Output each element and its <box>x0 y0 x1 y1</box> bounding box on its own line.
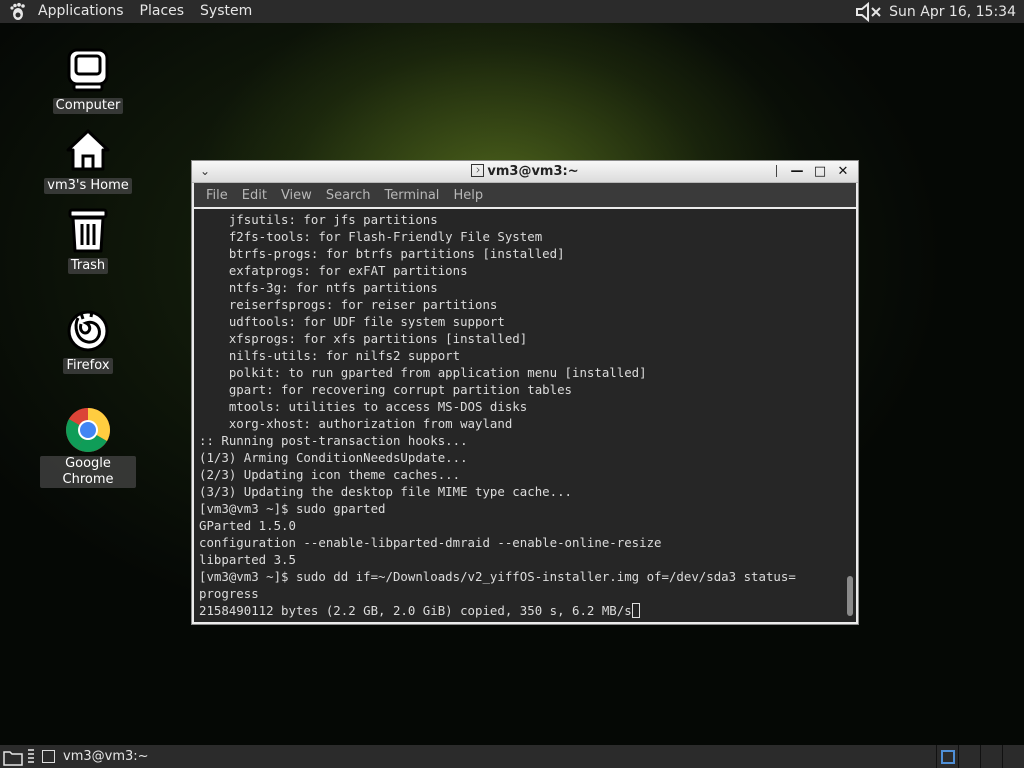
terminal-line: udftools: for UDF file system support <box>199 314 505 329</box>
window-title: vm3@vm3:~ <box>192 161 858 183</box>
menu-view[interactable]: View <box>274 188 319 203</box>
terminal-line: (2/3) Updating icon theme caches... <box>199 467 461 482</box>
computer-icon <box>67 48 109 92</box>
terminal-line: (1/3) Arming ConditionNeedsUpdate... <box>199 450 468 465</box>
terminal-line: polkit: to run gparted from application … <box>199 365 647 380</box>
terminal-progress-line: 2158490112 bytes (2.2 GB, 2.0 GiB) copie… <box>199 603 632 618</box>
firefox-icon <box>67 310 109 352</box>
workspace-switcher <box>936 745 1024 768</box>
maximize-button[interactable]: □ <box>813 163 827 179</box>
terminal-line: f2fs-tools: for Flash-Friendly File Syst… <box>199 229 543 244</box>
window-title-text: vm3@vm3:~ <box>487 163 579 179</box>
terminal-icon <box>471 163 485 177</box>
volume-muted-icon[interactable] <box>855 1 883 22</box>
terminal-menubar: File Edit View Search Terminal Help <box>194 183 856 207</box>
terminal-line: libparted 3.5 <box>199 552 296 567</box>
terminal-line: gpart: for recovering corrupt partition … <box>199 382 572 397</box>
taskbar-label: vm3@vm3:~ <box>63 749 149 764</box>
terminal-line: :: Running post-transaction hooks... <box>199 433 468 448</box>
desktop-icon-firefox[interactable]: Firefox <box>40 306 136 374</box>
main-menu: Applications Places System <box>0 0 260 23</box>
desktop-icon-label: Google Chrome <box>40 456 136 488</box>
window-controls: — □ ✕ <box>776 163 850 179</box>
menu-file[interactable]: File <box>199 188 235 203</box>
menu-help[interactable]: Help <box>446 188 490 203</box>
menu-applications[interactable]: Applications <box>30 0 132 23</box>
scrollbar-thumb[interactable] <box>847 576 853 616</box>
terminal-line: ntfs-3g: for ntfs partitions <box>199 280 438 295</box>
desktop-icon-label: Computer <box>52 98 124 114</box>
minimize-button[interactable]: — <box>790 163 804 179</box>
terminal-output[interactable]: jfsutils: for jfs partitions f2fs-tools:… <box>194 209 844 622</box>
desktop-icon-trash[interactable]: Trash <box>40 206 136 274</box>
workspace-4[interactable] <box>1002 745 1024 768</box>
terminal-lines: jfsutils: for jfs partitions f2fs-tools:… <box>199 211 844 602</box>
workspace-3[interactable] <box>980 745 1002 768</box>
panel-handle[interactable] <box>28 748 34 765</box>
home-icon <box>66 129 110 171</box>
window-titlebar[interactable]: ⌄ vm3@vm3:~ — □ ✕ <box>192 161 858 183</box>
desktop-icon-label: vm3's Home <box>44 178 132 194</box>
chrome-icon <box>66 408 110 452</box>
menu-system[interactable]: System <box>192 0 260 23</box>
desktop-icon-label: Trash <box>67 258 109 274</box>
terminal-line: xfsprogs: for xfs partitions [installed] <box>199 331 528 346</box>
top-panel: Applications Places System Sun Apr 16, 1… <box>0 0 1024 23</box>
terminal-line: progress <box>199 586 259 601</box>
desktop-icon-chrome[interactable]: Google Chrome <box>40 406 136 488</box>
menu-places[interactable]: Places <box>132 0 193 23</box>
desktop-icon-computer[interactable]: Computer <box>40 46 136 114</box>
terminal-line: [vm3@vm3 ~]$ sudo dd if=~/Downloads/v2_y… <box>199 569 796 584</box>
menu-terminal[interactable]: Terminal <box>377 188 446 203</box>
terminal-line: GParted 1.5.0 <box>199 518 296 533</box>
workspace-active-indicator <box>940 749 955 764</box>
gnome-foot-icon[interactable] <box>7 2 27 22</box>
text-cursor <box>631 603 640 618</box>
terminal-line: (3/3) Updating the desktop file MIME typ… <box>199 484 572 499</box>
workspace-2[interactable] <box>958 745 980 768</box>
desktop-icon-home[interactable]: vm3's Home <box>40 126 136 194</box>
terminal-line: configuration --enable-libparted-dmraid … <box>199 535 662 550</box>
desktop-icon-label: Firefox <box>63 358 113 374</box>
terminal-line: nilfs-utils: for nilfs2 support <box>199 348 461 363</box>
control-separator <box>776 165 777 177</box>
panel-right: Sun Apr 16, 15:34 <box>855 0 1024 23</box>
terminal-line: reiserfsprogs: for reiser partitions <box>199 297 498 312</box>
menu-edit[interactable]: Edit <box>235 188 274 203</box>
menu-search[interactable]: Search <box>319 188 378 203</box>
terminal-line: xorg-xhost: authorization from wayland <box>199 416 513 431</box>
terminal-line: [vm3@vm3 ~]$ sudo gparted <box>199 501 386 516</box>
show-desktop-icon[interactable] <box>2 747 24 767</box>
terminal-line: exfatprogs: for exFAT partitions <box>199 263 468 278</box>
terminal-line: mtools: utilities to access MS-DOS disks <box>199 399 528 414</box>
terminal-icon <box>42 750 55 763</box>
workspace-1[interactable] <box>936 745 958 768</box>
taskbar-button-terminal[interactable]: vm3@vm3:~ <box>38 745 157 768</box>
close-button[interactable]: ✕ <box>836 163 850 179</box>
trash-icon <box>68 208 108 253</box>
clock[interactable]: Sun Apr 16, 15:34 <box>889 4 1016 20</box>
bottom-panel: vm3@vm3:~ <box>0 745 1024 768</box>
terminal-window[interactable]: ⌄ vm3@vm3:~ — □ ✕ File Edit View Search … <box>191 160 859 625</box>
terminal-current-line: 2158490112 bytes (2.2 GB, 2.0 GiB) copie… <box>199 602 844 619</box>
terminal-line: btrfs-progs: for btrfs partitions [insta… <box>199 246 565 261</box>
terminal-line: jfsutils: for jfs partitions <box>199 212 438 227</box>
terminal-scrollbar[interactable] <box>844 209 856 622</box>
